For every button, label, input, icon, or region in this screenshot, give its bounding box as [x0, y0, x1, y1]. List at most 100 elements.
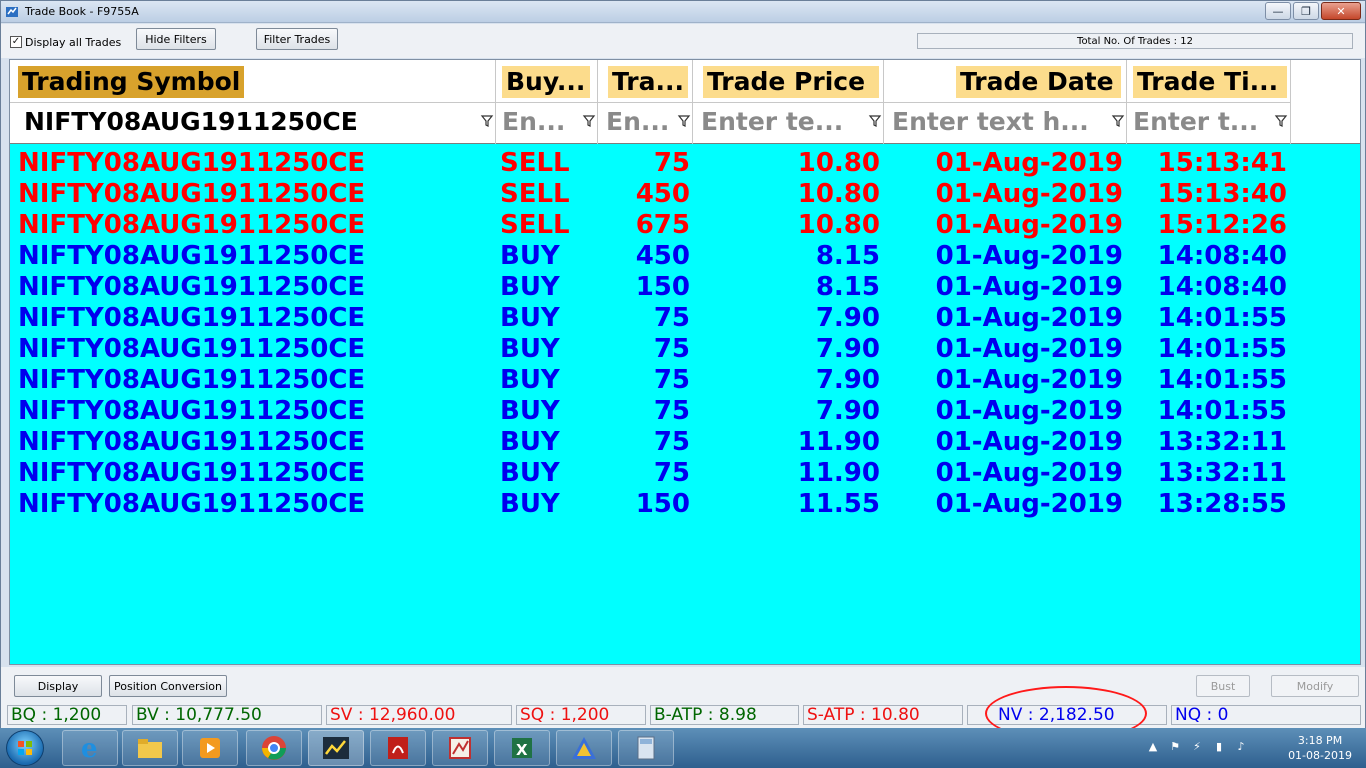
table-row[interactable]: NIFTY08AUG1911250CE SELL 675 10.80 01-Aug-20…: [10, 208, 1360, 240]
stat-nq: NQ : 0: [1171, 705, 1361, 725]
table-row[interactable]: NIFTY08AUG1911250CE BUY 75 11.90 01-Aug-2019…: [10, 456, 1360, 488]
taskbar-internet-explorer[interactable]: e: [62, 730, 118, 766]
filter-input-side[interactable]: En...: [502, 107, 576, 136]
filter-cell-symbol[interactable]: NIFTY08AUG1911250CE: [10, 103, 496, 144]
header-trade-date[interactable]: Trade Date: [884, 60, 1127, 103]
trade-book-window: Trade Book - F9755A — ❐ ✕ ✓ Display all …: [0, 0, 1366, 729]
modify-button[interactable]: Modify: [1271, 675, 1359, 697]
taskbar-media-player[interactable]: [182, 730, 238, 766]
taskbar-excel[interactable]: X: [494, 730, 550, 766]
clock-time: 3:18 PM: [1297, 734, 1343, 747]
close-button[interactable]: ✕: [1321, 2, 1361, 20]
cell-qty: 675: [635, 210, 690, 240]
volume-icon[interactable]: ♪: [1234, 740, 1248, 754]
cell-symbol: NIFTY08AUG1911250CE: [18, 489, 366, 519]
trading-app-icon: [323, 737, 349, 759]
filter-input-date[interactable]: Enter text h...: [892, 107, 1106, 136]
filter-trades-button[interactable]: Filter Trades: [256, 28, 338, 50]
taskbar-acrobat[interactable]: [370, 730, 426, 766]
table-row[interactable]: NIFTY08AUG1911250CE SELL 450 10.80 01-Aug-20…: [10, 177, 1360, 209]
cell-side: BUY: [500, 458, 560, 488]
close-icon: ✕: [1336, 4, 1346, 18]
stat-bv: BV : 10,777.50: [132, 705, 322, 725]
cell-date: 01-Aug-2019: [935, 396, 1123, 426]
bust-button[interactable]: Bust: [1196, 675, 1250, 697]
minimize-icon: —: [1272, 4, 1284, 18]
filter-icon[interactable]: [582, 113, 596, 129]
cell-symbol: NIFTY08AUG1911250CE: [18, 427, 366, 457]
table-row[interactable]: NIFTY08AUG1911250CE BUY 75 7.90 01-Aug-2019 1…: [10, 332, 1360, 364]
trades-grid[interactable]: Trading Symbol Buy... Tra... Trade Price…: [9, 59, 1361, 665]
cell-side: SELL: [500, 210, 570, 240]
cell-qty: 75: [653, 396, 690, 426]
display-button[interactable]: Display: [14, 675, 102, 697]
table-row[interactable]: NIFTY08AUG1911250CE BUY 150 8.15 01-Aug-2019…: [10, 270, 1360, 302]
cell-date: 01-Aug-2019: [935, 334, 1123, 364]
table-row[interactable]: NIFTY08AUG1911250CE BUY 150 11.55 01-Aug-201…: [10, 487, 1360, 519]
taskbar-chrome[interactable]: [246, 730, 302, 766]
chrome-icon: [262, 736, 286, 760]
taskbar-trading-app[interactable]: [308, 730, 364, 766]
minimize-button[interactable]: —: [1265, 2, 1291, 20]
calculator-icon: [637, 736, 655, 760]
power-icon[interactable]: ⚡: [1190, 740, 1204, 754]
filter-row: NIFTY08AUG1911250CE En... En... Enter te…: [10, 103, 1360, 144]
filter-input-symbol[interactable]: NIFTY08AUG1911250CE: [24, 107, 358, 136]
header-buy-sell[interactable]: Buy...: [496, 60, 598, 103]
taskbar-chart-app[interactable]: [432, 730, 488, 766]
cell-time: 13:32:11: [1157, 427, 1287, 457]
table-row[interactable]: NIFTY08AUG1911250CE SELL 75 10.80 01-Aug-201…: [10, 146, 1360, 178]
title-bar[interactable]: Trade Book - F9755A — ❐ ✕: [1, 1, 1365, 23]
header-label: Tra...: [608, 66, 688, 98]
filter-cell-side[interactable]: En...: [496, 103, 598, 144]
filter-icon[interactable]: [1274, 113, 1288, 129]
taskbar-file-explorer[interactable]: [122, 730, 178, 766]
table-row[interactable]: NIFTY08AUG1911250CE BUY 75 7.90 01-Aug-2019 1…: [10, 363, 1360, 395]
cell-side: BUY: [500, 396, 560, 426]
filter-input-qty[interactable]: En...: [606, 107, 676, 136]
media-player-icon: [200, 738, 220, 758]
header-label: Trade Date: [956, 66, 1121, 98]
excel-icon: X: [512, 738, 532, 759]
table-row[interactable]: NIFTY08AUG1911250CE BUY 75 7.90 01-Aug-2019 1…: [10, 394, 1360, 426]
header-trade-qty[interactable]: Tra...: [598, 60, 693, 103]
hide-filters-button[interactable]: Hide Filters: [136, 28, 216, 50]
cell-price: 10.80: [797, 148, 880, 178]
taskbar-clock[interactable]: 3:18 PM 01-08-2019: [1288, 733, 1352, 763]
maximize-button[interactable]: ❐: [1293, 2, 1319, 20]
filter-input-price[interactable]: Enter te...: [701, 107, 861, 136]
taskbar-calculator[interactable]: [618, 730, 674, 766]
filter-cell-date[interactable]: Enter text h...: [884, 103, 1127, 144]
filter-cell-time[interactable]: Enter t...: [1127, 103, 1291, 144]
display-all-checkbox[interactable]: ✓: [10, 36, 22, 48]
taskbar-amibroker[interactable]: [556, 730, 612, 766]
table-row[interactable]: NIFTY08AUG1911250CE BUY 75 7.90 01-Aug-2019 1…: [10, 301, 1360, 333]
header-trade-time[interactable]: Trade Ti...: [1127, 60, 1291, 103]
filter-icon[interactable]: [1111, 113, 1125, 129]
show-hidden-icons-icon[interactable]: ▲: [1146, 740, 1160, 754]
cell-symbol: NIFTY08AUG1911250CE: [18, 148, 366, 178]
cell-qty: 75: [653, 458, 690, 488]
position-conversion-button[interactable]: Position Conversion: [109, 675, 227, 697]
header-label: Trading Symbol: [18, 66, 245, 98]
filter-input-time[interactable]: Enter t...: [1133, 107, 1267, 136]
header-trading-symbol[interactable]: Trading Symbol: [10, 60, 496, 103]
clock-date: 01-08-2019: [1288, 749, 1352, 762]
cell-price: 7.90: [815, 334, 880, 364]
table-row[interactable]: NIFTY08AUG1911250CE BUY 75 11.90 01-Aug-2019…: [10, 425, 1360, 457]
table-row[interactable]: NIFTY08AUG1911250CE BUY 450 8.15 01-Aug-2019…: [10, 239, 1360, 271]
cell-date: 01-Aug-2019: [935, 303, 1123, 333]
header-trade-price[interactable]: Trade Price: [693, 60, 884, 103]
cell-price: 11.90: [797, 427, 880, 457]
filter-cell-price[interactable]: Enter te...: [693, 103, 884, 144]
cell-symbol: NIFTY08AUG1911250CE: [18, 272, 366, 302]
action-center-icon[interactable]: ⚑: [1168, 740, 1182, 754]
filter-icon[interactable]: [868, 113, 882, 129]
filter-icon[interactable]: [480, 113, 494, 129]
network-signal-icon[interactable]: ▮: [1212, 740, 1226, 754]
cell-qty: 75: [653, 427, 690, 457]
start-button[interactable]: [6, 730, 44, 766]
filter-cell-qty[interactable]: En...: [598, 103, 693, 144]
folder-icon: [138, 739, 162, 758]
filter-icon[interactable]: [677, 113, 691, 129]
